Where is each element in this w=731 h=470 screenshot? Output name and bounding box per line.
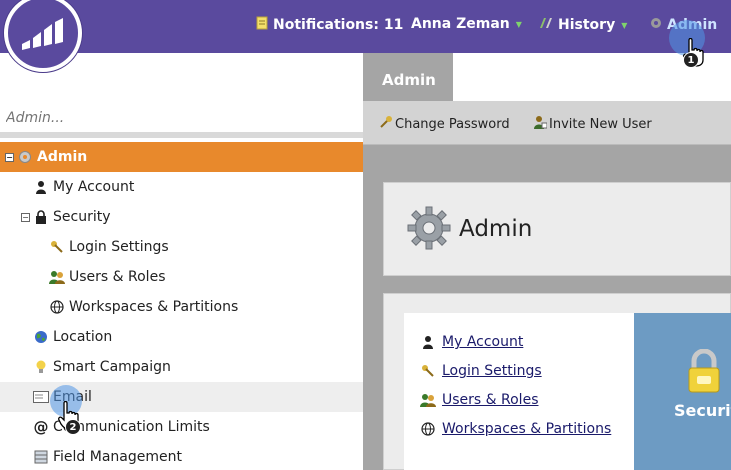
tree-item-label: Workspaces & Partitions [69, 299, 239, 315]
top-navigation-bar: Notifications: 11 Anna Zeman ▼ History ▼… [0, 0, 731, 53]
invite-user-label: Invite New User [549, 116, 652, 132]
tree-item-workspaces-partitions[interactable]: Workspaces & Partitions [0, 292, 363, 322]
at-icon: @ [33, 418, 49, 436]
users-icon [49, 269, 65, 285]
security-tile[interactable]: Security [634, 313, 731, 470]
history-icon [538, 16, 554, 34]
change-password-button[interactable]: Change Password [379, 115, 510, 133]
link-label: Login Settings [442, 363, 542, 379]
field-icon [33, 449, 49, 465]
person-icon [33, 179, 49, 195]
gear-icon [406, 205, 452, 255]
notifications-label: Notifications: 11 [273, 17, 404, 33]
email-icon [33, 389, 49, 405]
link-label: Workspaces & Partitions [442, 421, 612, 437]
admin-overview-card: My Account Login Settings Users & Roles … [383, 293, 731, 470]
link-workspaces-partitions[interactable]: Workspaces & Partitions [420, 421, 611, 437]
collapse-toggle-icon[interactable]: − [21, 212, 30, 222]
keys-icon [420, 363, 436, 379]
tree-item-my-account[interactable]: My Account [0, 172, 363, 202]
tree-item-location[interactable]: Location [0, 322, 363, 352]
tree-item-users-roles[interactable]: Users & Roles [0, 262, 363, 292]
main-content: Admin Change Password Invite New User Ad… [363, 53, 731, 470]
tree-search [0, 98, 363, 138]
tree-item-label: Field Management [53, 449, 182, 465]
logo-bars-icon [22, 18, 63, 50]
tree-item-field-management[interactable]: Field Management [0, 442, 363, 470]
change-password-label: Change Password [395, 116, 510, 132]
notifications-menu[interactable]: Notifications: 11 [255, 16, 403, 34]
keys-icon [49, 239, 65, 255]
user-name-label: Anna Zeman [411, 16, 510, 32]
step-badge: 1 [683, 52, 699, 68]
security-tile-label: Security [674, 401, 731, 420]
tree-item-label: Smart Campaign [53, 359, 171, 375]
tree-item-security[interactable]: − Security [0, 202, 363, 232]
key-icon [379, 115, 393, 133]
user-menu[interactable]: Anna Zeman ▼ [411, 16, 522, 32]
collapse-toggle-icon[interactable]: − [5, 152, 14, 162]
tree-item-communication-limits[interactable]: @ Communication Limits [0, 412, 363, 442]
tree-item-label: My Account [53, 179, 135, 195]
person-icon [420, 334, 436, 350]
chevron-down-icon: ▼ [621, 20, 628, 30]
tab-admin[interactable]: Admin [363, 53, 453, 101]
quick-links-panel: My Account Login Settings Users & Roles … [404, 313, 634, 470]
history-menu[interactable]: History ▼ [538, 16, 627, 34]
earth-icon [33, 329, 49, 345]
tree-item-smart-campaign[interactable]: Smart Campaign [0, 352, 363, 382]
tree-item-label: Admin [37, 149, 88, 165]
step-badge: 2 [65, 419, 81, 435]
lock-icon [33, 209, 49, 225]
globe-icon [49, 299, 65, 315]
gear-icon [649, 16, 663, 34]
globe-icon [420, 421, 436, 437]
tree-item-login-settings[interactable]: Login Settings [0, 232, 363, 262]
tree-item-admin[interactable]: − Admin [0, 142, 363, 172]
link-label: My Account [442, 334, 524, 350]
tree-item-label: Location [53, 329, 113, 345]
admin-tree: − Admin My Account − Security Login Sett… [0, 142, 363, 470]
toolbar: Change Password Invite New User [363, 101, 731, 145]
tree-item-label: Users & Roles [69, 269, 166, 285]
history-label: History [558, 17, 616, 33]
padlock-icon [686, 348, 722, 397]
page-header-card: Admin [383, 182, 731, 276]
tree-item-label: Security [53, 209, 111, 225]
link-users-roles[interactable]: Users & Roles [420, 392, 538, 408]
users-icon [420, 392, 436, 408]
lightbulb-icon [33, 359, 49, 375]
tree-item-label: Login Settings [69, 239, 169, 255]
tab-admin-label: Admin [382, 71, 436, 89]
link-my-account[interactable]: My Account [420, 334, 523, 350]
tree-search-input[interactable] [6, 103, 346, 133]
page-title: Admin [459, 216, 533, 242]
gear-icon [17, 149, 33, 165]
link-label: Users & Roles [442, 392, 539, 408]
notepad-icon [255, 16, 269, 34]
link-login-settings[interactable]: Login Settings [420, 363, 542, 379]
invite-user-icon [533, 115, 548, 133]
tab-strip: Admin [363, 53, 731, 101]
invite-new-user-button[interactable]: Invite New User [533, 115, 652, 133]
chevron-down-icon: ▼ [515, 19, 522, 29]
